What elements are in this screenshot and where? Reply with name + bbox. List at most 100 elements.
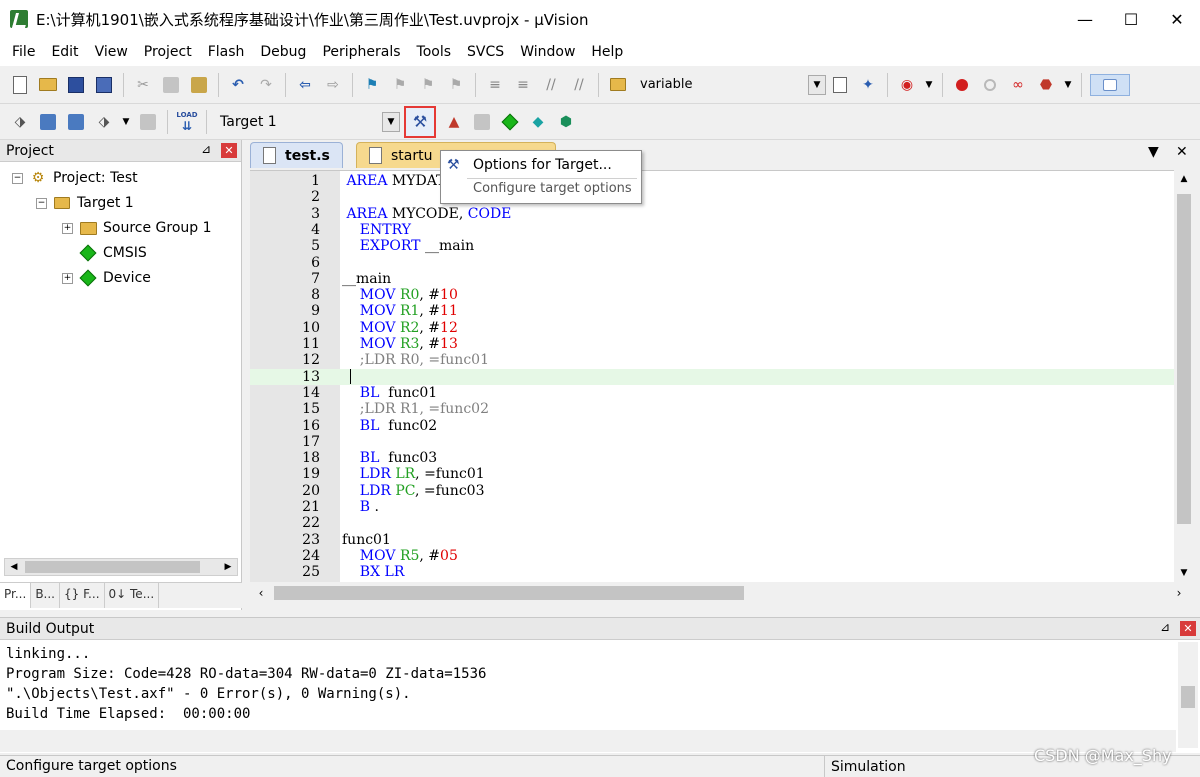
tree-item-cmsis[interactable]: CMSIS — [79, 241, 147, 265]
manage-runtime-environment-icon[interactable] — [499, 111, 521, 133]
tab-books[interactable]: B... — [31, 583, 60, 608]
project-horizontal-scrollbar[interactable]: ◀ ▶ — [4, 558, 238, 576]
save-icon[interactable] — [65, 74, 87, 96]
scroll-up-icon[interactable]: ▲ — [1174, 170, 1194, 188]
tree-item-device[interactable]: + Device — [62, 266, 151, 290]
file-extensions-icon[interactable]: ▲ — [443, 111, 465, 133]
debug-session-icon[interactable]: ◉ — [896, 74, 918, 96]
code-line[interactable]: 15 ;LDR R1, =func02 — [250, 401, 1174, 417]
code-line[interactable]: 12 ;LDR R0, =func01 — [250, 352, 1174, 368]
close-icon[interactable]: ✕ — [221, 143, 237, 158]
scroll-down-icon[interactable]: ▼ — [1174, 564, 1194, 582]
download-icon[interactable]: LOAD ⇊ — [176, 111, 198, 133]
chevron-down-icon[interactable]: ▼ — [1148, 144, 1159, 160]
comment-icon[interactable]: // — [540, 74, 562, 96]
find-icon[interactable] — [829, 74, 851, 96]
pin-icon[interactable]: ⊿ — [201, 142, 211, 156]
menu-tools[interactable]: Tools — [409, 38, 460, 66]
chevron-down-icon[interactable]: ▼ — [121, 111, 131, 133]
scroll-thumb[interactable] — [1181, 686, 1195, 708]
code-line[interactable]: 6 — [250, 255, 1174, 271]
chevron-down-icon[interactable]: ▼ — [924, 74, 934, 96]
cut-icon[interactable]: ✂ — [132, 74, 154, 96]
paste-icon[interactable] — [188, 74, 210, 96]
code-line[interactable]: 4 ENTRY — [250, 222, 1174, 238]
menu-flash[interactable]: Flash — [200, 38, 253, 66]
manage-project-items-icon[interactable] — [471, 111, 493, 133]
build-horizontal-scrollbar[interactable] — [0, 730, 1176, 752]
redo-icon[interactable]: ↷ — [255, 74, 277, 96]
nav-forward-icon[interactable]: ⇨ — [322, 74, 344, 96]
code-line[interactable]: 14 BL func01 — [250, 385, 1174, 401]
find-in-files-icon[interactable] — [607, 74, 629, 96]
close-icon[interactable]: ✕ — [1180, 621, 1196, 636]
batch-build-icon[interactable]: ⬗ — [93, 111, 115, 133]
scroll-thumb[interactable] — [1177, 194, 1191, 524]
bookmark-icon[interactable]: ⚑ — [361, 74, 383, 96]
menu-file[interactable]: File — [4, 38, 43, 66]
nav-back-icon[interactable]: ⇦ — [294, 74, 316, 96]
collapse-icon[interactable]: − — [12, 172, 23, 184]
tab-test-s[interactable]: test.s — [250, 142, 343, 168]
code-line[interactable]: 2 — [250, 189, 1174, 205]
tab-project[interactable]: Pr... — [0, 583, 32, 608]
undo-icon[interactable]: ↶ — [227, 74, 249, 96]
expand-icon[interactable]: + — [62, 272, 73, 284]
menu-debug[interactable]: Debug — [252, 38, 314, 66]
scroll-thumb[interactable] — [25, 561, 200, 573]
collapse-icon[interactable]: − — [36, 197, 47, 209]
code-line[interactable]: 23 func01 — [250, 532, 1174, 548]
menu-help[interactable]: Help — [583, 38, 631, 66]
menu-view[interactable]: View — [87, 38, 136, 66]
pin-icon[interactable]: ⊿ — [1160, 620, 1170, 634]
chevron-down-icon[interactable]: ▼ — [808, 74, 826, 95]
scroll-left-icon[interactable]: ◀ — [5, 559, 23, 575]
menu-peripherals[interactable]: Peripherals — [314, 38, 408, 66]
tree-item-target[interactable]: − Target 1 — [36, 191, 134, 215]
new-file-icon[interactable] — [9, 74, 31, 96]
code-line[interactable]: 3 AREA MYCODE, CODE — [250, 206, 1174, 222]
code-line[interactable]: 9 MOV R1, #11 — [250, 303, 1174, 319]
uncomment-icon[interactable]: // — [568, 74, 590, 96]
code-line[interactable]: 13 — [250, 368, 1174, 385]
save-all-icon[interactable] — [93, 74, 115, 96]
code-line[interactable]: 25 BX LR — [250, 564, 1174, 580]
code-line[interactable]: 18 BL func03 — [250, 450, 1174, 466]
code-line[interactable]: 10 MOV R2, #12 — [250, 320, 1174, 336]
stop-build-icon[interactable] — [137, 111, 159, 133]
code-line[interactable]: 7 __main — [250, 271, 1174, 287]
trace-icon[interactable]: ⬣ — [1035, 74, 1057, 96]
copy-icon[interactable] — [160, 74, 182, 96]
pack-installer-icon[interactable]: ⬢ — [555, 111, 577, 133]
options-for-target-button[interactable]: ⚒ — [404, 105, 436, 138]
menu-edit[interactable]: Edit — [43, 38, 86, 66]
code-line[interactable]: 24 MOV R5, #05 — [250, 548, 1174, 564]
disable-breakpoint-icon[interactable] — [979, 74, 1001, 96]
scroll-thumb[interactable] — [274, 586, 744, 600]
code-line[interactable]: 21 B . — [250, 499, 1174, 515]
code-line[interactable]: 5 EXPORT __main — [250, 238, 1174, 254]
chevron-down-icon[interactable]: ▼ — [382, 111, 400, 132]
close-button[interactable]: ✕ — [1154, 0, 1200, 38]
kill-breakpoints-icon[interactable]: ∞ — [1007, 74, 1029, 96]
menu-window[interactable]: Window — [512, 38, 583, 66]
scroll-right-icon[interactable]: ▶ — [219, 559, 237, 575]
code-line[interactable]: 17 — [250, 434, 1174, 450]
scroll-right-icon[interactable]: › — [1170, 584, 1188, 602]
breakpoint-icon[interactable] — [951, 74, 973, 96]
code-line[interactable]: 20 LDR PC, =func03 — [250, 483, 1174, 499]
editor-horizontal-scrollbar[interactable]: ‹ › — [250, 582, 1194, 604]
prev-bookmark-icon[interactable]: ⚑ — [389, 74, 411, 96]
close-icon[interactable]: ✕ — [1176, 144, 1188, 160]
code-line[interactable]: 19 LDR LR, =func01 — [250, 466, 1174, 482]
select-software-packs-icon[interactable]: ◆ — [527, 111, 549, 133]
tree-item-project[interactable]: − ⚙ Project: Test — [12, 166, 138, 190]
code-line[interactable]: 11 MOV R3, #13 — [250, 336, 1174, 352]
next-bookmark-icon[interactable]: ⚑ — [417, 74, 439, 96]
clear-bookmarks-icon[interactable]: ⚑ — [445, 74, 467, 96]
maximize-button[interactable]: ☐ — [1108, 0, 1154, 38]
minimize-button[interactable]: — — [1062, 0, 1108, 38]
code-line[interactable]: 16 BL func02 — [250, 418, 1174, 434]
code-line[interactable]: 1 AREA MYDATA — [250, 173, 1174, 189]
menu-project[interactable]: Project — [136, 38, 200, 66]
